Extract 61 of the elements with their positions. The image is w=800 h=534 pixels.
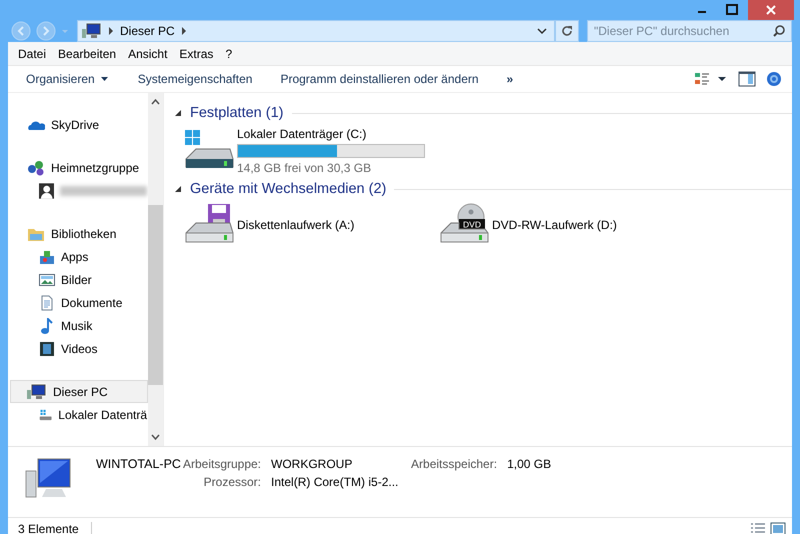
address-bar[interactable]: Dieser PC [77, 20, 555, 42]
drive-name[interactable]: DVD-RW-Laufwerk (D:) [492, 218, 617, 232]
nav-item[interactable]: Lokaler Datenträ [10, 403, 148, 426]
group-header[interactable]: Festplatten (1) [190, 105, 284, 121]
document-icon [39, 294, 55, 310]
nav-item[interactable]: Musik [10, 314, 148, 337]
dvd-drive-icon[interactable] [440, 204, 488, 242]
detail-value: WORKGROUP [271, 457, 354, 471]
refresh-button[interactable] [555, 20, 579, 42]
menu-item[interactable]: ? [225, 46, 232, 60]
menu-item[interactable]: Datei [18, 46, 46, 60]
item-count: 3 Elemente [18, 522, 92, 534]
computer-icon [27, 384, 47, 400]
nav-item[interactable]: Heimnetzgruppe [10, 156, 148, 179]
nav-item[interactable]: Dokumente [10, 291, 148, 314]
scrollbar[interactable] [148, 93, 163, 446]
collapse-icon[interactable] [174, 185, 182, 193]
nav-item[interactable]: Bibliotheken [10, 222, 148, 245]
drive-name[interactable]: Lokaler Datenträger (C:) [237, 127, 425, 141]
nav-item[interactable]: Apps [10, 245, 148, 268]
group-header[interactable]: Geräte mit Wechselmedien (2) [190, 181, 386, 197]
apps-icon [39, 248, 55, 264]
picture-icon [39, 272, 55, 288]
toolbar-button[interactable]: Systemeigenschaften [138, 72, 252, 86]
menu-item[interactable]: Bearbeiten [58, 46, 116, 60]
search-icon[interactable] [772, 24, 786, 38]
scroll-thumb[interactable] [148, 204, 163, 384]
breadcrumb[interactable]: Dieser PC [120, 24, 175, 38]
menu-item[interactable]: Extras [179, 46, 214, 60]
detail-label: Arbeitsgruppe: [182, 457, 262, 471]
detail-value: 1,00 GB [507, 457, 552, 471]
homegroup-icon [27, 160, 45, 176]
music-note-icon [39, 318, 55, 334]
computer-name: WINTOTAL-PC [96, 457, 181, 471]
nav-item[interactable]: SkyDrive [10, 113, 148, 136]
nav-item[interactable]: Dieser PC [10, 380, 148, 403]
chevron-icon[interactable] [106, 26, 116, 36]
preview-pane-icon[interactable] [738, 71, 756, 87]
film-icon [39, 340, 55, 356]
search-field[interactable]: "Dieser PC" durchsuchen [587, 20, 792, 42]
close-icon[interactable] [748, 0, 794, 20]
detail-value: Intel(R) Core(TM) i5-2... [271, 475, 400, 489]
free-space-text: 14,8 GB frei von 30,3 GB [237, 161, 372, 175]
computer-icon [82, 23, 102, 39]
menu-item[interactable]: Ansicht [128, 46, 168, 60]
detail-label: Arbeitsspeicher: [411, 457, 498, 471]
detail-label: Prozessor: [202, 475, 262, 489]
large-icons-view-icon[interactable] [770, 522, 786, 534]
help-icon[interactable] [766, 71, 782, 87]
nav-item[interactable]: Bilder [10, 268, 148, 291]
toolbar-button[interactable]: Organisieren [26, 72, 110, 86]
view-options-icon[interactable] [694, 71, 728, 87]
user-icon [39, 182, 54, 198]
dvd-label: DVD [463, 220, 481, 230]
collapse-icon[interactable] [174, 109, 182, 117]
nav-item[interactable]: Videos [10, 337, 148, 360]
drive-name[interactable]: Diskettenlaufwerk (A:) [237, 218, 354, 232]
toolbar-button[interactable]: Programm deinstallieren oder ändern [280, 72, 479, 86]
more-button[interactable]: » [506, 72, 514, 86]
refresh-icon [560, 24, 574, 38]
details-view-icon[interactable] [750, 522, 766, 534]
